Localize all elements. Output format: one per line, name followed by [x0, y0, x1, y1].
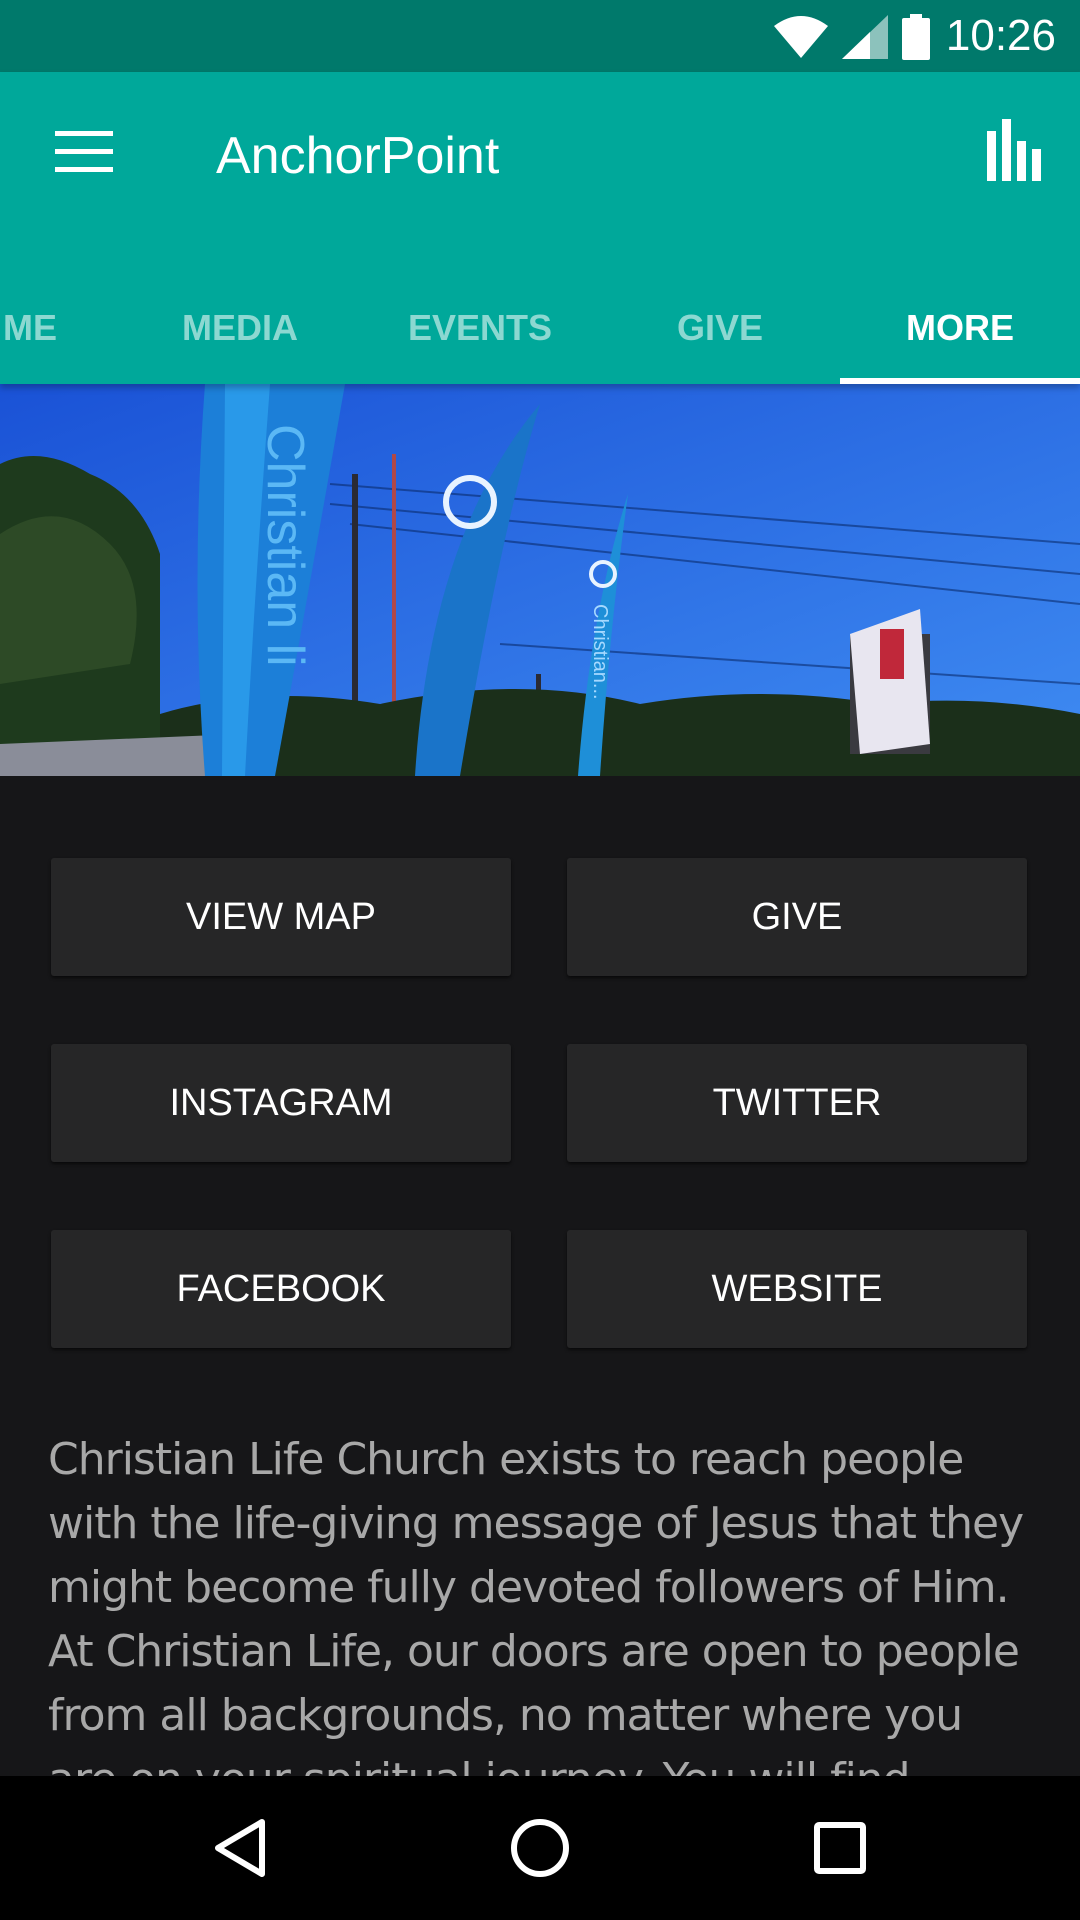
- hero-photo: Christian li Christian...: [0, 384, 1080, 776]
- back-button[interactable]: [200, 1808, 280, 1888]
- stats-button[interactable]: [980, 114, 1052, 186]
- wifi-icon: [774, 16, 828, 58]
- menu-button[interactable]: [40, 112, 128, 192]
- tab-give[interactable]: GIVE: [600, 272, 840, 384]
- tab-more[interactable]: MORE: [840, 272, 1080, 384]
- recents-icon: [814, 1822, 866, 1874]
- give-button[interactable]: GIVE: [567, 858, 1027, 976]
- tab-indicator: [840, 378, 1080, 384]
- battery-icon: [902, 14, 930, 60]
- twitter-button[interactable]: TWITTER: [567, 1044, 1027, 1162]
- tab-media[interactable]: MEDIA: [120, 272, 360, 384]
- status-icons: [774, 14, 930, 60]
- status-bar: 10:26: [0, 0, 1080, 72]
- tab-home[interactable]: ME: [0, 272, 120, 384]
- home-icon: [511, 1819, 569, 1877]
- navigation-bar: [0, 1776, 1080, 1920]
- app-bar: AnchorPoint ME MEDIA EVENTS GIVE MORE: [0, 72, 1080, 384]
- facebook-button[interactable]: FACEBOOK: [51, 1230, 511, 1348]
- flag-text-2: Christian...: [589, 604, 611, 700]
- flag-text-1: Christian li: [256, 424, 314, 667]
- view-map-button[interactable]: VIEW MAP: [51, 858, 511, 976]
- hero-image: Christian li Christian...: [0, 384, 1080, 776]
- recents-button[interactable]: [800, 1808, 880, 1888]
- bar-chart-icon: [987, 119, 1041, 181]
- back-icon: [215, 1819, 265, 1877]
- tab-bar: ME MEDIA EVENTS GIVE MORE: [0, 272, 1080, 384]
- tab-events[interactable]: EVENTS: [360, 272, 600, 384]
- website-button[interactable]: WEBSITE: [567, 1230, 1027, 1348]
- instagram-button[interactable]: INSTAGRAM: [51, 1044, 511, 1162]
- home-button[interactable]: [500, 1808, 580, 1888]
- cell-signal-icon: [842, 15, 888, 59]
- hamburger-menu-icon: [55, 131, 113, 172]
- more-content: VIEW MAP GIVE INSTAGRAM TWITTER FACEBOOK…: [0, 776, 1080, 1869]
- app-title: AnchorPoint: [216, 127, 500, 185]
- status-time: 10:26: [945, 11, 1056, 60]
